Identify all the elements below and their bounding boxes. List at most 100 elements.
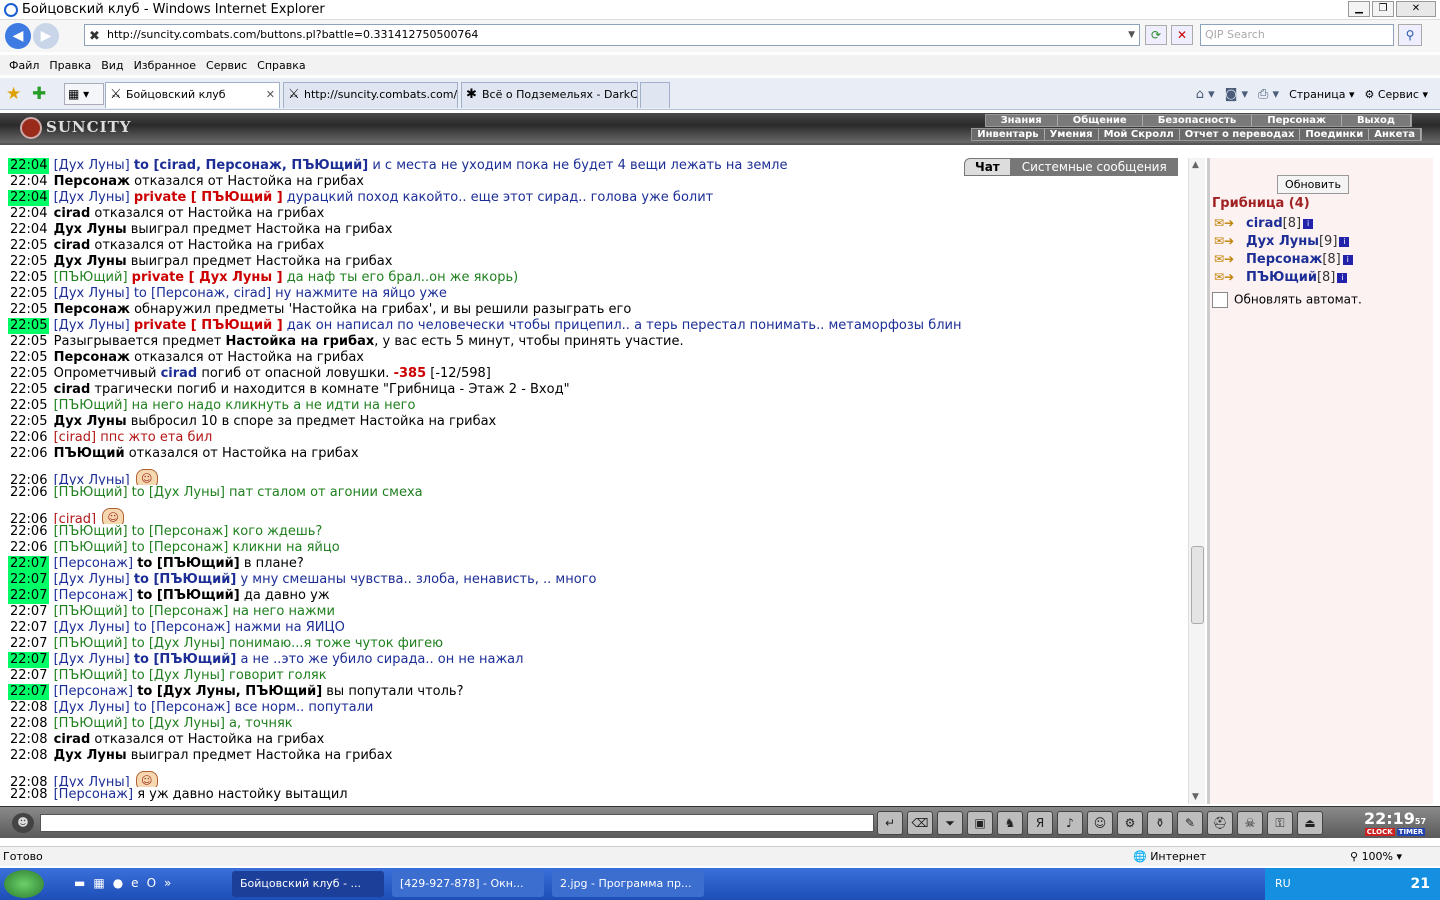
calc-icon[interactable]: ▦ [93, 876, 104, 890]
user-name[interactable]: Дух Луны [1246, 234, 1319, 249]
message-time[interactable]: 22:04 [8, 222, 49, 238]
menu-transfers[interactable]: Отчет о переводах [1180, 129, 1301, 140]
favorites-star-icon[interactable]: ★ [6, 84, 21, 104]
message-time[interactable]: 22:05 [8, 302, 49, 318]
new-tab-button[interactable] [640, 82, 670, 108]
message-time[interactable]: 22:06 [8, 485, 49, 501]
message-time[interactable]: 22:07 [8, 588, 50, 604]
message-time[interactable]: 22:07 [8, 668, 49, 684]
menu-exit[interactable]: Выход [1342, 115, 1411, 126]
message-time[interactable]: 22:06 [8, 540, 49, 556]
sender-nick[interactable]: [ПЪЮщий] [54, 524, 128, 539]
message-time[interactable]: 22:05 [8, 350, 49, 366]
message-time[interactable]: 22:05 [8, 382, 49, 398]
refresh-icon[interactable]: ⟳ [1145, 25, 1167, 45]
message-time[interactable]: 22:08 [8, 700, 49, 716]
save-icon[interactable]: ▣ [967, 811, 993, 835]
sender-nick[interactable]: [ПЪЮщий] [54, 270, 128, 285]
victim-name[interactable]: cirad [161, 366, 198, 381]
private-message-icon[interactable]: ✉➔ [1214, 214, 1234, 232]
home-icon[interactable]: ⌂ ▾ [1196, 87, 1215, 102]
ie-launch-icon[interactable]: e [131, 876, 138, 890]
message-time[interactable]: 22:05 [8, 398, 49, 414]
translit-icon[interactable]: Я [1027, 811, 1053, 835]
message-time[interactable]: 22:07 [8, 556, 50, 572]
quick-tabs-icon[interactable]: ▦ ▾ [64, 83, 104, 105]
menu-favorites[interactable]: Избранное [129, 59, 201, 72]
skull-icon[interactable]: ☠ [1237, 811, 1263, 835]
sender-nick[interactable]: [Дух Луны] [54, 158, 130, 173]
system-nick[interactable]: ПЪЮщий [54, 446, 125, 461]
clear-icon[interactable]: ⌫ [907, 811, 933, 835]
message-time[interactable]: 22:05 [8, 238, 49, 254]
menu-fights[interactable]: Поединки [1300, 129, 1370, 140]
message-time[interactable]: 22:05 [8, 318, 50, 334]
more-icon[interactable]: » [164, 876, 171, 890]
private-message-icon[interactable]: ✉➔ [1214, 250, 1234, 268]
message-input[interactable] [40, 814, 874, 832]
task-chat-window[interactable]: [429-927-878] - Окн... [392, 871, 544, 897]
sender-nick[interactable]: [ПЪЮщий] [54, 716, 128, 731]
message-time[interactable]: 22:08 [8, 716, 49, 732]
tab-system-messages[interactable]: Системные сообщения [1010, 158, 1178, 176]
filter-icon[interactable]: ⏷ [937, 811, 963, 835]
opera-icon[interactable]: O [147, 876, 156, 890]
sender-nick[interactable]: [ПЪЮщий] [54, 636, 128, 651]
sender-nick[interactable]: [Дух Луны] [54, 190, 130, 205]
forward-button[interactable]: ▶ [33, 23, 59, 49]
message-time[interactable]: 22:05 [8, 334, 49, 350]
send-icon[interactable]: ↵ [877, 811, 903, 835]
sender-nick[interactable]: [Персонаж] [54, 684, 133, 699]
message-time[interactable]: 22:08 [8, 775, 49, 787]
message-time[interactable]: 22:08 [8, 732, 49, 748]
recipient-list[interactable]: to [cirad, Персонаж, ПЪЮщий] [134, 158, 368, 173]
smiles-icon[interactable]: ☺ [1087, 811, 1113, 835]
system-nick[interactable]: Персонаж [54, 302, 130, 317]
print-icon[interactable]: ⎙ ▾ [1258, 87, 1279, 102]
sender-nick[interactable]: [ПЪЮщий] [54, 398, 128, 413]
recipient-list[interactable]: to [Дух Луны] [132, 668, 225, 683]
recipient-list[interactable]: to [Дух Луны] [132, 485, 225, 500]
sender-nick[interactable]: [cirad] [54, 512, 96, 524]
scroll-icon[interactable]: ✎ [1177, 811, 1203, 835]
message-time[interactable]: 22:05 [8, 254, 49, 270]
system-nick[interactable]: cirad [54, 238, 91, 253]
recipient-list[interactable]: to [ПЪЮщий] [137, 556, 240, 571]
refresh-button[interactable]: Обновить [1277, 175, 1349, 194]
lock-icon[interactable]: ⚿ [1267, 811, 1293, 835]
address-bar[interactable]: ✖ http://suncity.combats.com/buttons.pl?… [84, 24, 1140, 46]
message-time[interactable]: 22:05 [8, 414, 49, 430]
user-name[interactable]: Персонаж [1246, 252, 1322, 267]
message-time[interactable]: 22:05 [8, 286, 49, 302]
private-recipient[interactable]: private [ ПЪЮщий ] [134, 318, 283, 333]
private-recipient[interactable]: private [ Дух Луны ] [132, 270, 283, 285]
helmet-icon[interactable]: ⛑ [1207, 811, 1233, 835]
back-button[interactable]: ◀ [5, 23, 31, 49]
add-favorite-icon[interactable]: ✚ [32, 84, 46, 104]
scroll-down-icon[interactable]: ▼ [1192, 792, 1199, 802]
message-time[interactable]: 22:05 [8, 366, 49, 382]
menu-skills[interactable]: Умения [1045, 129, 1099, 140]
info-icon[interactable]: i [1337, 272, 1348, 283]
sender-nick[interactable]: [Дух Луны] [54, 775, 130, 787]
recipient-list[interactable]: to [Персонаж] [134, 620, 231, 635]
recipient-list[interactable]: to [Персонаж, cirad] [134, 286, 271, 301]
menu-knowledge[interactable]: Знания [986, 115, 1058, 126]
message-time[interactable]: 22:06 [8, 430, 49, 446]
message-time[interactable]: 22:06 [8, 473, 49, 485]
user-name[interactable]: ПЪЮщий [1246, 270, 1317, 285]
user-name[interactable]: cirad [1246, 216, 1283, 231]
chat-scrollbar[interactable]: ▲ ▼ [1188, 158, 1205, 804]
recipient-list[interactable]: to [Дух Луны] [132, 636, 225, 651]
close-icon[interactable]: ✕ [1396, 1, 1436, 17]
menu-view[interactable]: Вид [96, 59, 128, 72]
menu-profile[interactable]: Анкета [1369, 129, 1421, 140]
menu-security[interactable]: Безопасность [1143, 115, 1253, 126]
menu-tools[interactable]: Сервис [201, 59, 252, 72]
tab-fight-club[interactable]: ⚔ Бойцовский клуб ✕ [105, 82, 280, 108]
message-time[interactable]: 22:04 [8, 206, 49, 222]
message-time[interactable]: 22:07 [8, 620, 49, 636]
task-ie[interactable]: Бойцовский клуб - ... [232, 871, 384, 897]
recipient-list[interactable]: to [ПЪЮщий] [134, 572, 237, 587]
menu-character[interactable]: Персонаж [1252, 115, 1342, 126]
